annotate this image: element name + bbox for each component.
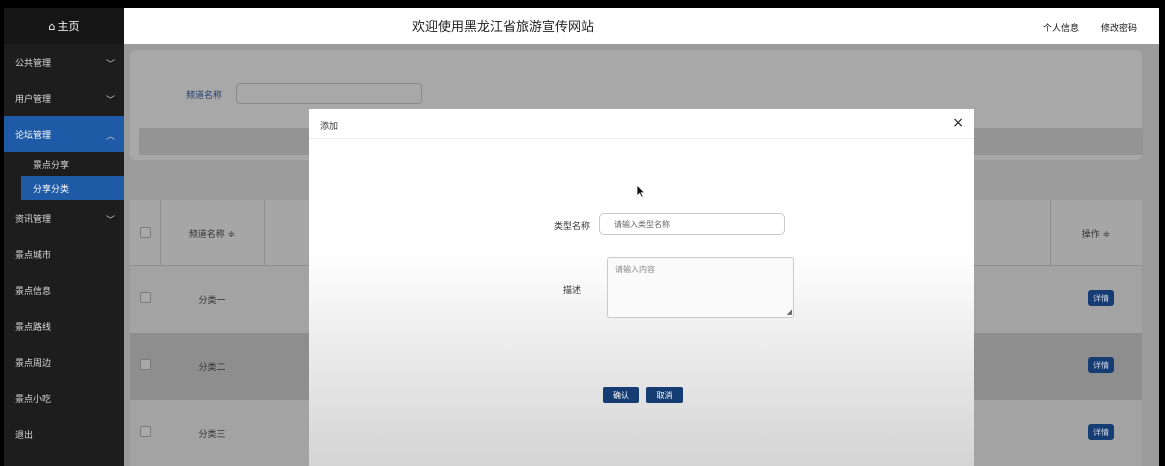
- sort-icon: ≑: [1102, 230, 1111, 240]
- sidebar-item-label: 景点城市: [15, 250, 52, 261]
- sidebar-item-city[interactable]: 景点城市: [4, 236, 124, 272]
- sidebar-item-info[interactable]: 景点信息: [4, 272, 124, 308]
- row-name: 分类一: [198, 296, 226, 306]
- chevron-down-icon: ﹀: [105, 96, 115, 106]
- row-checkbox[interactable]: [140, 426, 151, 437]
- mouse-cursor-icon: [636, 184, 646, 198]
- sidebar-item-nearby[interactable]: 景点周边: [4, 344, 124, 380]
- dialog-title: 添加: [320, 122, 339, 132]
- sidebar-item-label: 公共管理: [15, 58, 52, 69]
- row-name: 分类二: [198, 363, 226, 373]
- top-header: 欢迎使用黑龙江省旅游宣传网站 个人信息 修改密码: [124, 8, 1159, 44]
- sidebar: ⌂ 主页 公共管理 ﹀ 用户管理 ﹀ 论坛管理 ︿ 景点分享 分享分类 资讯管理…: [4, 8, 124, 466]
- sidebar-item-route[interactable]: 景点路线: [4, 308, 124, 344]
- sidebar-subitem-label: 景点分享: [33, 160, 70, 171]
- app-frame: ⌂ 主页 公共管理 ﹀ 用户管理 ﹀ 论坛管理 ︿ 景点分享 分享分类 资讯管理…: [4, 8, 1159, 466]
- cancel-button[interactable]: 取消: [646, 387, 683, 403]
- search-input[interactable]: [236, 83, 422, 104]
- home-icon: ⌂: [48, 19, 56, 33]
- add-dialog: 添加 × 类型名称 请输入类型名称 描述 请输入内容 ◢ 确认 取消: [309, 109, 974, 466]
- sidebar-item-label: 资讯管理: [15, 214, 52, 225]
- type-name-label: 类型名称: [554, 222, 591, 232]
- sidebar-item-public[interactable]: 公共管理 ﹀: [4, 44, 124, 80]
- chevron-up-icon: ︿: [105, 132, 115, 142]
- sidebar-item-label: 景点信息: [15, 286, 52, 297]
- row-name: 分类三: [198, 430, 226, 440]
- column-divider: [264, 200, 265, 266]
- sidebar-subitem-share-category[interactable]: 分享分类: [21, 176, 124, 200]
- sidebar-item-snacks[interactable]: 景点小吃: [4, 380, 124, 416]
- detail-button[interactable]: 详情: [1088, 357, 1114, 373]
- search-label: 频道名称: [186, 91, 223, 101]
- close-icon[interactable]: ×: [952, 115, 964, 131]
- sidebar-home[interactable]: ⌂ 主页: [4, 8, 124, 44]
- row-checkbox[interactable]: [140, 359, 151, 370]
- sidebar-item-logout[interactable]: 退出: [4, 416, 124, 452]
- sidebar-item-forum[interactable]: 论坛管理 ︿: [4, 116, 124, 152]
- confirm-button[interactable]: 确认: [603, 387, 639, 403]
- column-header-name[interactable]: 频道名称 ≑: [160, 227, 264, 240]
- sidebar-item-users[interactable]: 用户管理 ﹀: [4, 80, 124, 116]
- sidebar-item-news[interactable]: 资讯管理 ﹀: [4, 200, 124, 236]
- sidebar-item-label: 用户管理: [15, 94, 52, 105]
- sidebar-item-label: 景点周边: [15, 358, 52, 369]
- sidebar-subitem-share[interactable]: 景点分享: [4, 152, 124, 176]
- column-header-label: 操作: [1081, 230, 1100, 240]
- column-header-operation[interactable]: 操作 ≑: [1050, 227, 1142, 240]
- detail-button[interactable]: 详情: [1088, 290, 1114, 306]
- chevron-down-icon: ﹀: [105, 60, 115, 70]
- sidebar-item-label: 论坛管理: [15, 130, 52, 141]
- profile-link[interactable]: 个人信息: [1043, 21, 1079, 34]
- row-checkbox[interactable]: [140, 292, 151, 303]
- description-placeholder: 请输入内容: [615, 265, 655, 274]
- description-textarea[interactable]: 请输入内容 ◢: [607, 257, 794, 318]
- resize-grip-icon[interactable]: ◢: [787, 309, 792, 316]
- sidebar-home-label: 主页: [57, 20, 80, 33]
- chevron-down-icon: ﹀: [105, 216, 115, 226]
- sidebar-item-label: 景点小吃: [15, 394, 52, 405]
- sidebar-item-label: 退出: [15, 430, 34, 441]
- column-header-label: 频道名称: [188, 230, 225, 240]
- sidebar-subitem-label: 分享分类: [33, 184, 70, 195]
- select-all-checkbox[interactable]: [140, 227, 151, 238]
- sort-icon: ≑: [227, 230, 236, 240]
- dialog-header: 添加 ×: [309, 109, 974, 139]
- sidebar-item-label: 景点路线: [15, 322, 52, 333]
- page-title: 欢迎使用黑龙江省旅游宣传网站: [412, 20, 595, 35]
- type-name-input[interactable]: 请输入类型名称: [599, 213, 785, 235]
- change-password-link[interactable]: 修改密码: [1101, 21, 1137, 34]
- description-label: 描述: [563, 286, 582, 296]
- detail-button[interactable]: 详情: [1088, 424, 1114, 440]
